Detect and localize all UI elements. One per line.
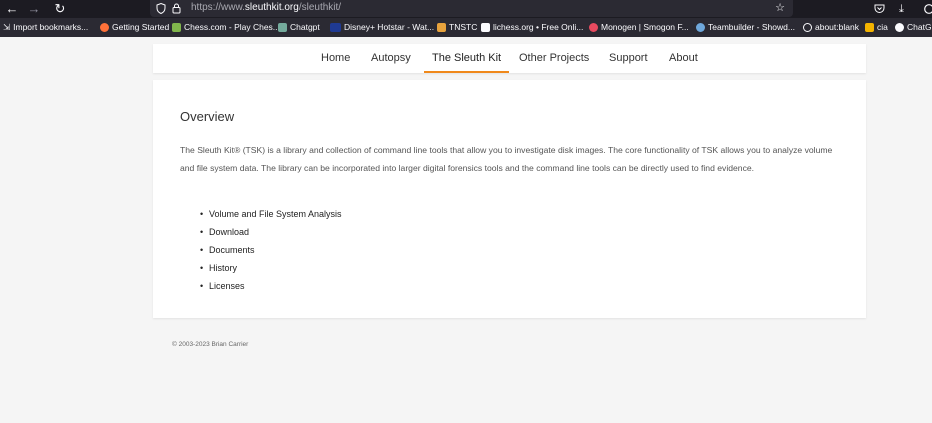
bookmarks-bar: ⇲ Import bookmarks... Getting Started Ch… [0, 18, 932, 37]
downloads-icon[interactable]: ⤓ [899, 0, 904, 18]
link-volume-fs-analysis[interactable]: Volume and File System Analysis [209, 209, 342, 219]
bookmark-label: Monogen | Smogon F... [601, 22, 689, 32]
bookmark-import[interactable]: ⇲ Import bookmarks... [3, 18, 88, 37]
bookmark-chatgpt-2[interactable]: ChatGI [895, 18, 932, 37]
nav-autopsy[interactable]: Autopsy [371, 44, 411, 73]
address-bar[interactable]: https://www.sleuthkit.org/sleuthkit/ ☆ [150, 0, 793, 17]
list-item: • Documents [180, 241, 342, 259]
bullet-icon: • [200, 281, 204, 291]
bookmark-tnstc[interactable]: TNSTC [437, 18, 477, 37]
nav-the-sleuth-kit[interactable]: The Sleuth Kit [423, 44, 510, 73]
import-icon: ⇲ [3, 22, 11, 32]
account-icon[interactable] [924, 0, 932, 18]
url-prefix: https://www. [191, 2, 245, 13]
bookmark-teambuilder[interactable]: Teambuilder - Showd... [696, 18, 795, 37]
url-path: /sleuthkit/ [298, 2, 342, 13]
bookmark-label: Import bookmarks... [13, 22, 89, 32]
reload-icon[interactable]: ↻ [51, 0, 69, 18]
firefox-icon [100, 23, 109, 32]
bookmark-label: about:blank [815, 22, 859, 32]
showdown-icon [696, 23, 705, 32]
nav-support[interactable]: Support [609, 44, 648, 73]
bullet-icon: • [200, 245, 204, 255]
nav-about[interactable]: About [669, 44, 698, 73]
hotstar-icon [330, 23, 341, 32]
link-history[interactable]: History [209, 263, 237, 273]
smogon-icon [589, 23, 598, 32]
bookmark-label: ChatGI [907, 22, 932, 32]
link-licenses[interactable]: Licenses [209, 281, 245, 291]
globe-icon [803, 23, 812, 32]
footer-copyright: © 2003-2023 Brian Carrier [172, 341, 249, 348]
bookmark-label: Disney+ Hotstar - Wat... [344, 22, 435, 32]
links-list: • Volume and File System Analysis • Downlo… [180, 205, 342, 295]
bookmark-label: lichess.org • Free Onli... [493, 22, 584, 32]
content-card: Overview The Sleuth Kit® (TSK) is a libr… [153, 80, 866, 318]
bookmark-star-icon[interactable]: ☆ [775, 0, 785, 16]
bookmark-getting-started[interactable]: Getting Started [100, 18, 169, 37]
tnstc-icon [437, 23, 446, 32]
list-item: • History [180, 259, 342, 277]
pocket-icon[interactable] [874, 0, 885, 18]
back-arrow-icon[interactable]: ← [3, 0, 21, 18]
bookmark-chess[interactable]: Chess.com - Play Ches... [172, 18, 280, 37]
site-navigation: Home Autopsy The Sleuth Kit Other Projec… [153, 44, 866, 73]
shield-icon[interactable] [156, 0, 166, 20]
chatgpt-icon [895, 23, 904, 32]
bookmark-about-blank[interactable]: about:blank [803, 18, 859, 37]
bookmark-lichess[interactable]: lichess.org • Free Onli... [481, 18, 583, 37]
bullet-icon: • [200, 263, 204, 273]
list-item: • Licenses [180, 277, 342, 295]
url-host: sleuthkit.org [244, 2, 299, 13]
list-item: • Volume and File System Analysis [180, 205, 342, 223]
bookmark-label: Getting Started [112, 22, 170, 32]
lock-icon[interactable] [172, 0, 181, 20]
browser-toolbar: ← → ↻ https://www.sleuthkit.org/sleuthki… [0, 0, 932, 18]
page-title: Overview [180, 109, 235, 124]
chatgpt-icon [278, 23, 287, 32]
bookmark-label: Chatgpt [290, 22, 320, 32]
bookmark-label: Teambuilder - Showd... [708, 22, 795, 32]
bookmark-label: Chess.com - Play Ches... [184, 22, 280, 32]
bookmark-label: cia [877, 22, 888, 32]
link-documents[interactable]: Documents [209, 245, 255, 255]
bookmark-label: TNSTC [449, 22, 478, 32]
drive-icon [865, 23, 874, 32]
bookmark-cia[interactable]: cia [865, 18, 888, 37]
chess-icon [172, 23, 181, 32]
link-download[interactable]: Download [209, 227, 249, 237]
nav-other-projects[interactable]: Other Projects [519, 44, 589, 73]
lichess-icon [481, 23, 490, 32]
bookmark-hotstar[interactable]: Disney+ Hotstar - Wat... [330, 18, 434, 37]
bookmark-chatgpt[interactable]: Chatgpt [278, 18, 320, 37]
forward-arrow-icon[interactable]: → [25, 0, 43, 18]
nav-home[interactable]: Home [321, 44, 350, 73]
bookmark-smogon[interactable]: Monogen | Smogon F... [589, 18, 689, 37]
list-item: • Download [180, 223, 342, 241]
bullet-icon: • [200, 209, 204, 219]
url-text[interactable]: https://www.sleuthkit.org/sleuthkit/ [191, 0, 341, 16]
bullet-icon: • [200, 227, 204, 237]
intro-paragraph: The Sleuth Kit® (TSK) is a library and c… [180, 145, 833, 173]
